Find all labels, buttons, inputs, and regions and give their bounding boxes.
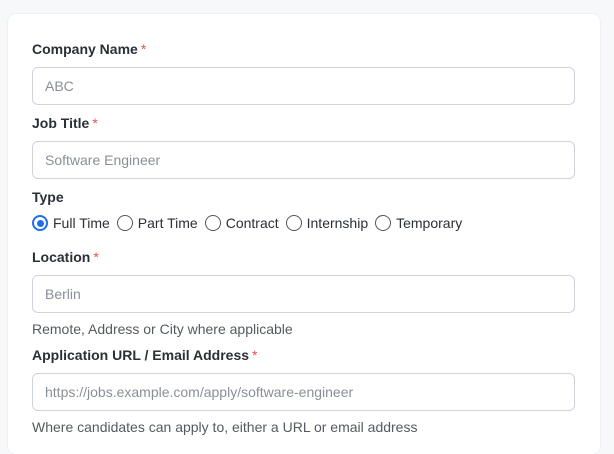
radio-unchecked-icon[interactable] xyxy=(375,215,392,231)
company-name-label-text: Company Name xyxy=(32,41,138,57)
application-label: Application URL / Email Address * xyxy=(32,346,575,364)
radio-label: Contract xyxy=(225,215,279,231)
job-title-input[interactable] xyxy=(32,141,575,179)
location-label-text: Location xyxy=(32,249,91,265)
radio-label: Internship xyxy=(306,215,369,231)
radio-contract[interactable]: Contract xyxy=(204,215,279,231)
job-type-field: Type Full Time Part Time Contract Intern… xyxy=(32,188,575,231)
required-marker: * xyxy=(140,41,147,57)
job-title-field: Job Title * xyxy=(32,114,575,179)
application-field: Application URL / Email Address* Where c… xyxy=(32,346,575,436)
radio-unchecked-icon[interactable] xyxy=(285,215,302,231)
company-name-field: Company Name * xyxy=(32,40,575,105)
location-input[interactable] xyxy=(32,275,575,313)
location-help-text: Remote, Address or City where applicable xyxy=(32,321,293,337)
required-marker: * xyxy=(93,249,99,265)
radio-unchecked-icon[interactable] xyxy=(204,215,221,231)
radio-label: Temporary xyxy=(396,215,463,231)
company-name-input[interactable] xyxy=(32,67,575,105)
job-form-card: Company Name* Job Title* Type Full Time … xyxy=(8,14,600,454)
radio-internship[interactable]: Internship xyxy=(285,215,369,231)
radio-full-time[interactable]: Full Time xyxy=(32,215,110,231)
application-help-text: Where candidates can apply to, either a … xyxy=(32,419,418,435)
required-marker: * xyxy=(252,347,258,363)
radio-temporary[interactable]: Temporary xyxy=(375,215,462,231)
application-url-input[interactable] xyxy=(32,373,575,411)
radio-checked-icon[interactable] xyxy=(32,215,48,231)
radio-unchecked-icon[interactable] xyxy=(116,215,133,231)
job-title-label: Job Title * xyxy=(32,114,575,132)
job-title-label-text: Job Title xyxy=(32,115,90,131)
job-type-label: Type xyxy=(32,189,64,205)
company-name-label: Company Name * xyxy=(32,40,575,58)
application-label-text: Application URL / Email Address xyxy=(32,347,250,363)
radio-part-time[interactable]: Part Time xyxy=(116,215,198,231)
radio-label: Full Time xyxy=(53,215,110,231)
location-label: Location * xyxy=(32,248,575,266)
job-type-radio-group: Full Time Part Time Contract Internship … xyxy=(32,215,575,231)
location-field: Location* Remote, Address or City where … xyxy=(32,248,575,338)
radio-label: Part Time xyxy=(137,215,198,231)
required-marker: * xyxy=(92,115,98,131)
